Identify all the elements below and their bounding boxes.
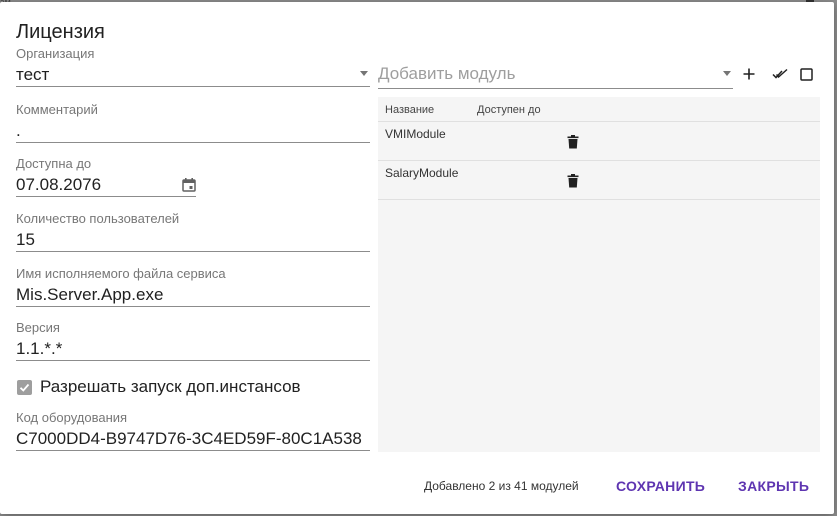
allow-instances-row[interactable]: Разрешать запуск доп.инстансов (17, 377, 301, 397)
comment-field[interactable]: Комментарий . (16, 102, 370, 143)
table-row[interactable]: SalaryModule (378, 161, 820, 200)
add-module-placeholder: Добавить модуль (378, 64, 516, 83)
save-button[interactable]: СОХРАНИТЬ (616, 478, 705, 494)
double-check-icon (772, 68, 788, 79)
modules-table: Название Доступен до VMIModule SalaryMod… (378, 97, 820, 452)
trash-icon[interactable] (567, 135, 579, 149)
add-module-button[interactable] (741, 66, 757, 82)
allow-instances-checkbox[interactable] (17, 379, 32, 395)
check-icon (19, 383, 30, 392)
available-until-input[interactable]: 07.08.2076 (16, 171, 196, 197)
available-until-field[interactable]: Доступна до 07.08.2076 (16, 156, 196, 197)
hardware-code-label: Код оборудования (16, 410, 128, 425)
column-name[interactable]: Название (385, 104, 434, 116)
add-module-select[interactable]: Добавить модуль (378, 61, 733, 89)
comment-label: Комментарий (16, 102, 98, 117)
plus-icon (743, 68, 755, 80)
hardware-code-input[interactable]: C7000DD4-B9747D76-3C4ED59F-80C1A538 (16, 425, 370, 451)
version-input[interactable]: 1.1.*.* (16, 335, 370, 361)
select-all-button[interactable] (772, 66, 788, 82)
version-label: Версия (16, 320, 60, 335)
dialog-title: Лицензия (16, 21, 105, 43)
calendar-icon[interactable] (182, 178, 196, 192)
hardware-code-field[interactable]: Код оборудования C7000DD4-B9747D76-3C4ED… (16, 410, 370, 451)
comment-input[interactable]: . (16, 117, 370, 143)
checkbox-icon (799, 67, 813, 81)
column-available-until[interactable]: Доступен до (477, 104, 541, 116)
table-header: Название Доступен до (378, 97, 820, 122)
service-file-label: Имя исполняемого файла сервиса (16, 266, 226, 281)
module-name: VMIModule (385, 127, 446, 141)
service-file-field[interactable]: Имя исполняемого файла сервиса Mis.Serve… (16, 266, 370, 307)
close-button[interactable]: ЗАКРЫТЬ (738, 478, 809, 494)
trash-icon[interactable] (567, 174, 579, 188)
version-field[interactable]: Версия 1.1.*.* (16, 320, 370, 361)
allow-instances-label: Разрешать запуск доп.инстансов (40, 377, 301, 396)
users-count-input[interactable]: 15 (16, 226, 370, 252)
users-count-field[interactable]: Количество пользователей 15 (16, 211, 370, 252)
module-name: SalaryModule (385, 166, 459, 180)
chevron-down-icon[interactable] (723, 71, 731, 76)
service-file-input[interactable]: Mis.Server.App.exe (16, 281, 370, 307)
available-until-label: Доступна до (16, 156, 92, 171)
modules-count-status: Добавлено 2 из 41 модулей (424, 479, 579, 493)
table-row[interactable]: VMIModule (378, 122, 820, 161)
toggle-all-checkbox[interactable] (798, 66, 814, 82)
users-count-label: Количество пользователей (16, 211, 180, 226)
organization-select[interactable]: Организация тест (16, 46, 370, 87)
chevron-down-icon[interactable] (360, 71, 368, 76)
organization-value[interactable]: тест (16, 61, 370, 87)
license-dialog: Лицензия Организация тест Комментарий . … (0, 2, 834, 514)
organization-label: Организация (16, 46, 95, 61)
